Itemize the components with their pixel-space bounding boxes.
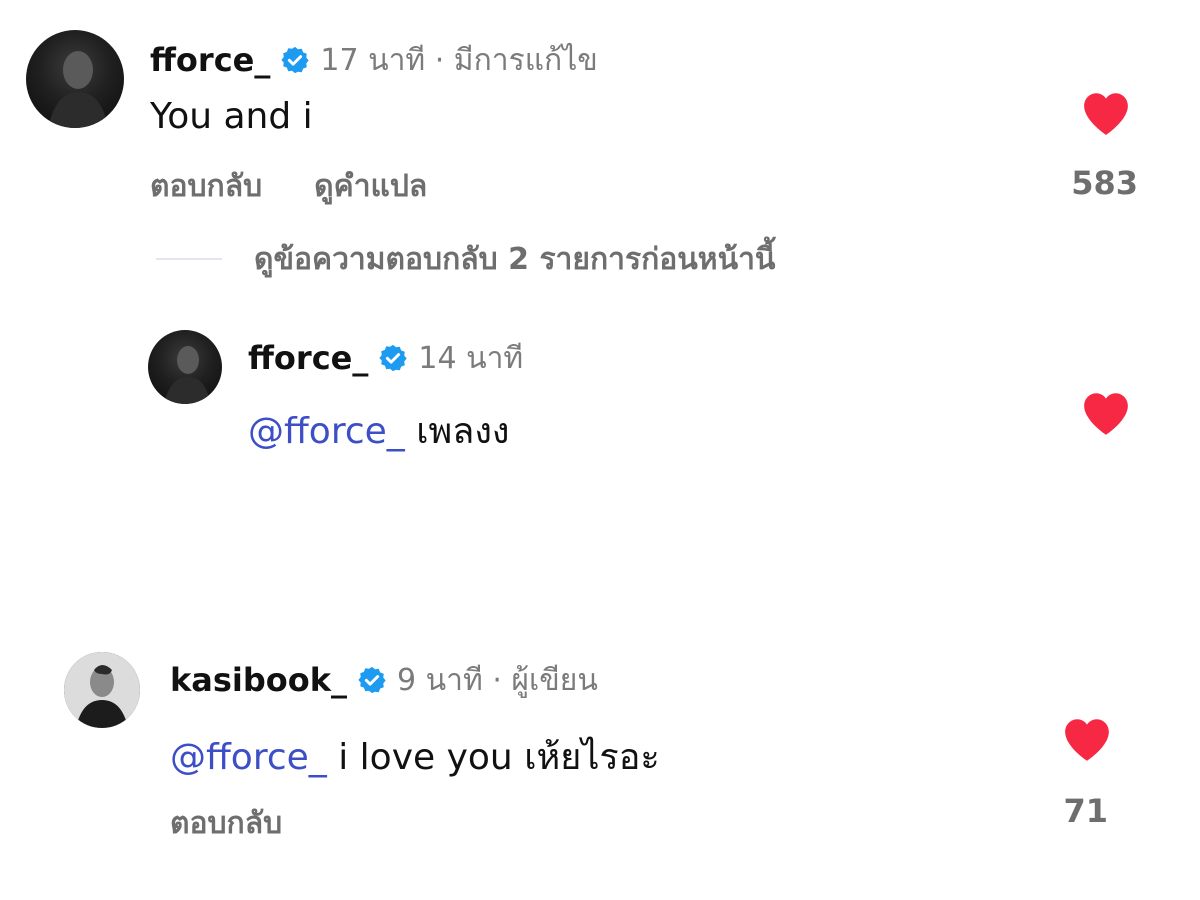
comment-body: i love you เห้ยไรอะ — [338, 737, 660, 778]
comment-body: เพลงง — [416, 411, 510, 452]
avatar[interactable] — [26, 30, 124, 128]
thread-divider-line — [156, 258, 222, 260]
comment-header: kasibook_ 9 นาที · ผู้เขียน — [170, 658, 598, 702]
comment-1: fforce_ 17 นาที · มีการแก้ไข You and i ต… — [0, 0, 1200, 230]
username[interactable]: kasibook_ — [170, 661, 347, 699]
comment-header: fforce_ 14 นาที — [248, 336, 523, 380]
comment-time: 9 นาที · ผู้เขียน — [397, 662, 598, 698]
comment-time: 14 นาที — [418, 340, 524, 376]
username[interactable]: fforce_ — [248, 339, 368, 377]
verified-badge-icon — [281, 46, 309, 74]
comment-2: fforce_ 14 นาที @fforce_ เพลงง — [0, 300, 1200, 500]
avatar-photo — [48, 51, 108, 128]
comment-text: @fforce_ เพลงง — [248, 402, 510, 459]
mention-link[interactable]: @fforce_ — [170, 737, 327, 778]
avatar-photo — [64, 652, 140, 728]
comment-header: fforce_ 17 นาที · มีการแก้ไข — [150, 38, 598, 82]
comment-3: kasibook_ 9 นาที · ผู้เขียน @fforce_ i l… — [0, 620, 1200, 860]
like-count: 583 — [1071, 164, 1138, 202]
reply-button[interactable]: ตอบกลับ — [150, 163, 262, 210]
heart-filled-icon[interactable] — [1081, 90, 1131, 136]
like-count: 71 — [1063, 792, 1108, 830]
view-replies-label: ดูข้อความตอบกลับ 2 รายการก่อนหน้านี้ — [254, 241, 776, 277]
username[interactable]: fforce_ — [150, 41, 270, 79]
verified-badge-icon — [379, 344, 407, 372]
avatar-photo — [164, 346, 210, 404]
comment-time: 17 นาที · มีการแก้ไข — [320, 42, 598, 78]
comment-text: You and i — [150, 96, 313, 137]
view-previous-replies-button[interactable]: ดูข้อความตอบกลับ 2 รายการก่อนหน้านี้ — [156, 236, 775, 282]
reply-button[interactable]: ตอบกลับ — [170, 800, 282, 847]
verified-badge-icon — [358, 666, 386, 694]
comment-text: @fforce_ i love you เห้ยไรอะ — [170, 728, 660, 785]
comment-actions: ตอบกลับ ดูคำแปล — [150, 163, 427, 210]
comment-actions: ตอบกลับ — [170, 800, 282, 847]
avatar[interactable] — [64, 652, 140, 728]
avatar[interactable] — [148, 330, 222, 404]
see-translation-button[interactable]: ดูคำแปล — [314, 163, 427, 210]
heart-filled-icon[interactable] — [1062, 716, 1112, 762]
mention-link[interactable]: @fforce_ — [248, 411, 405, 452]
heart-filled-icon[interactable] — [1081, 390, 1131, 436]
